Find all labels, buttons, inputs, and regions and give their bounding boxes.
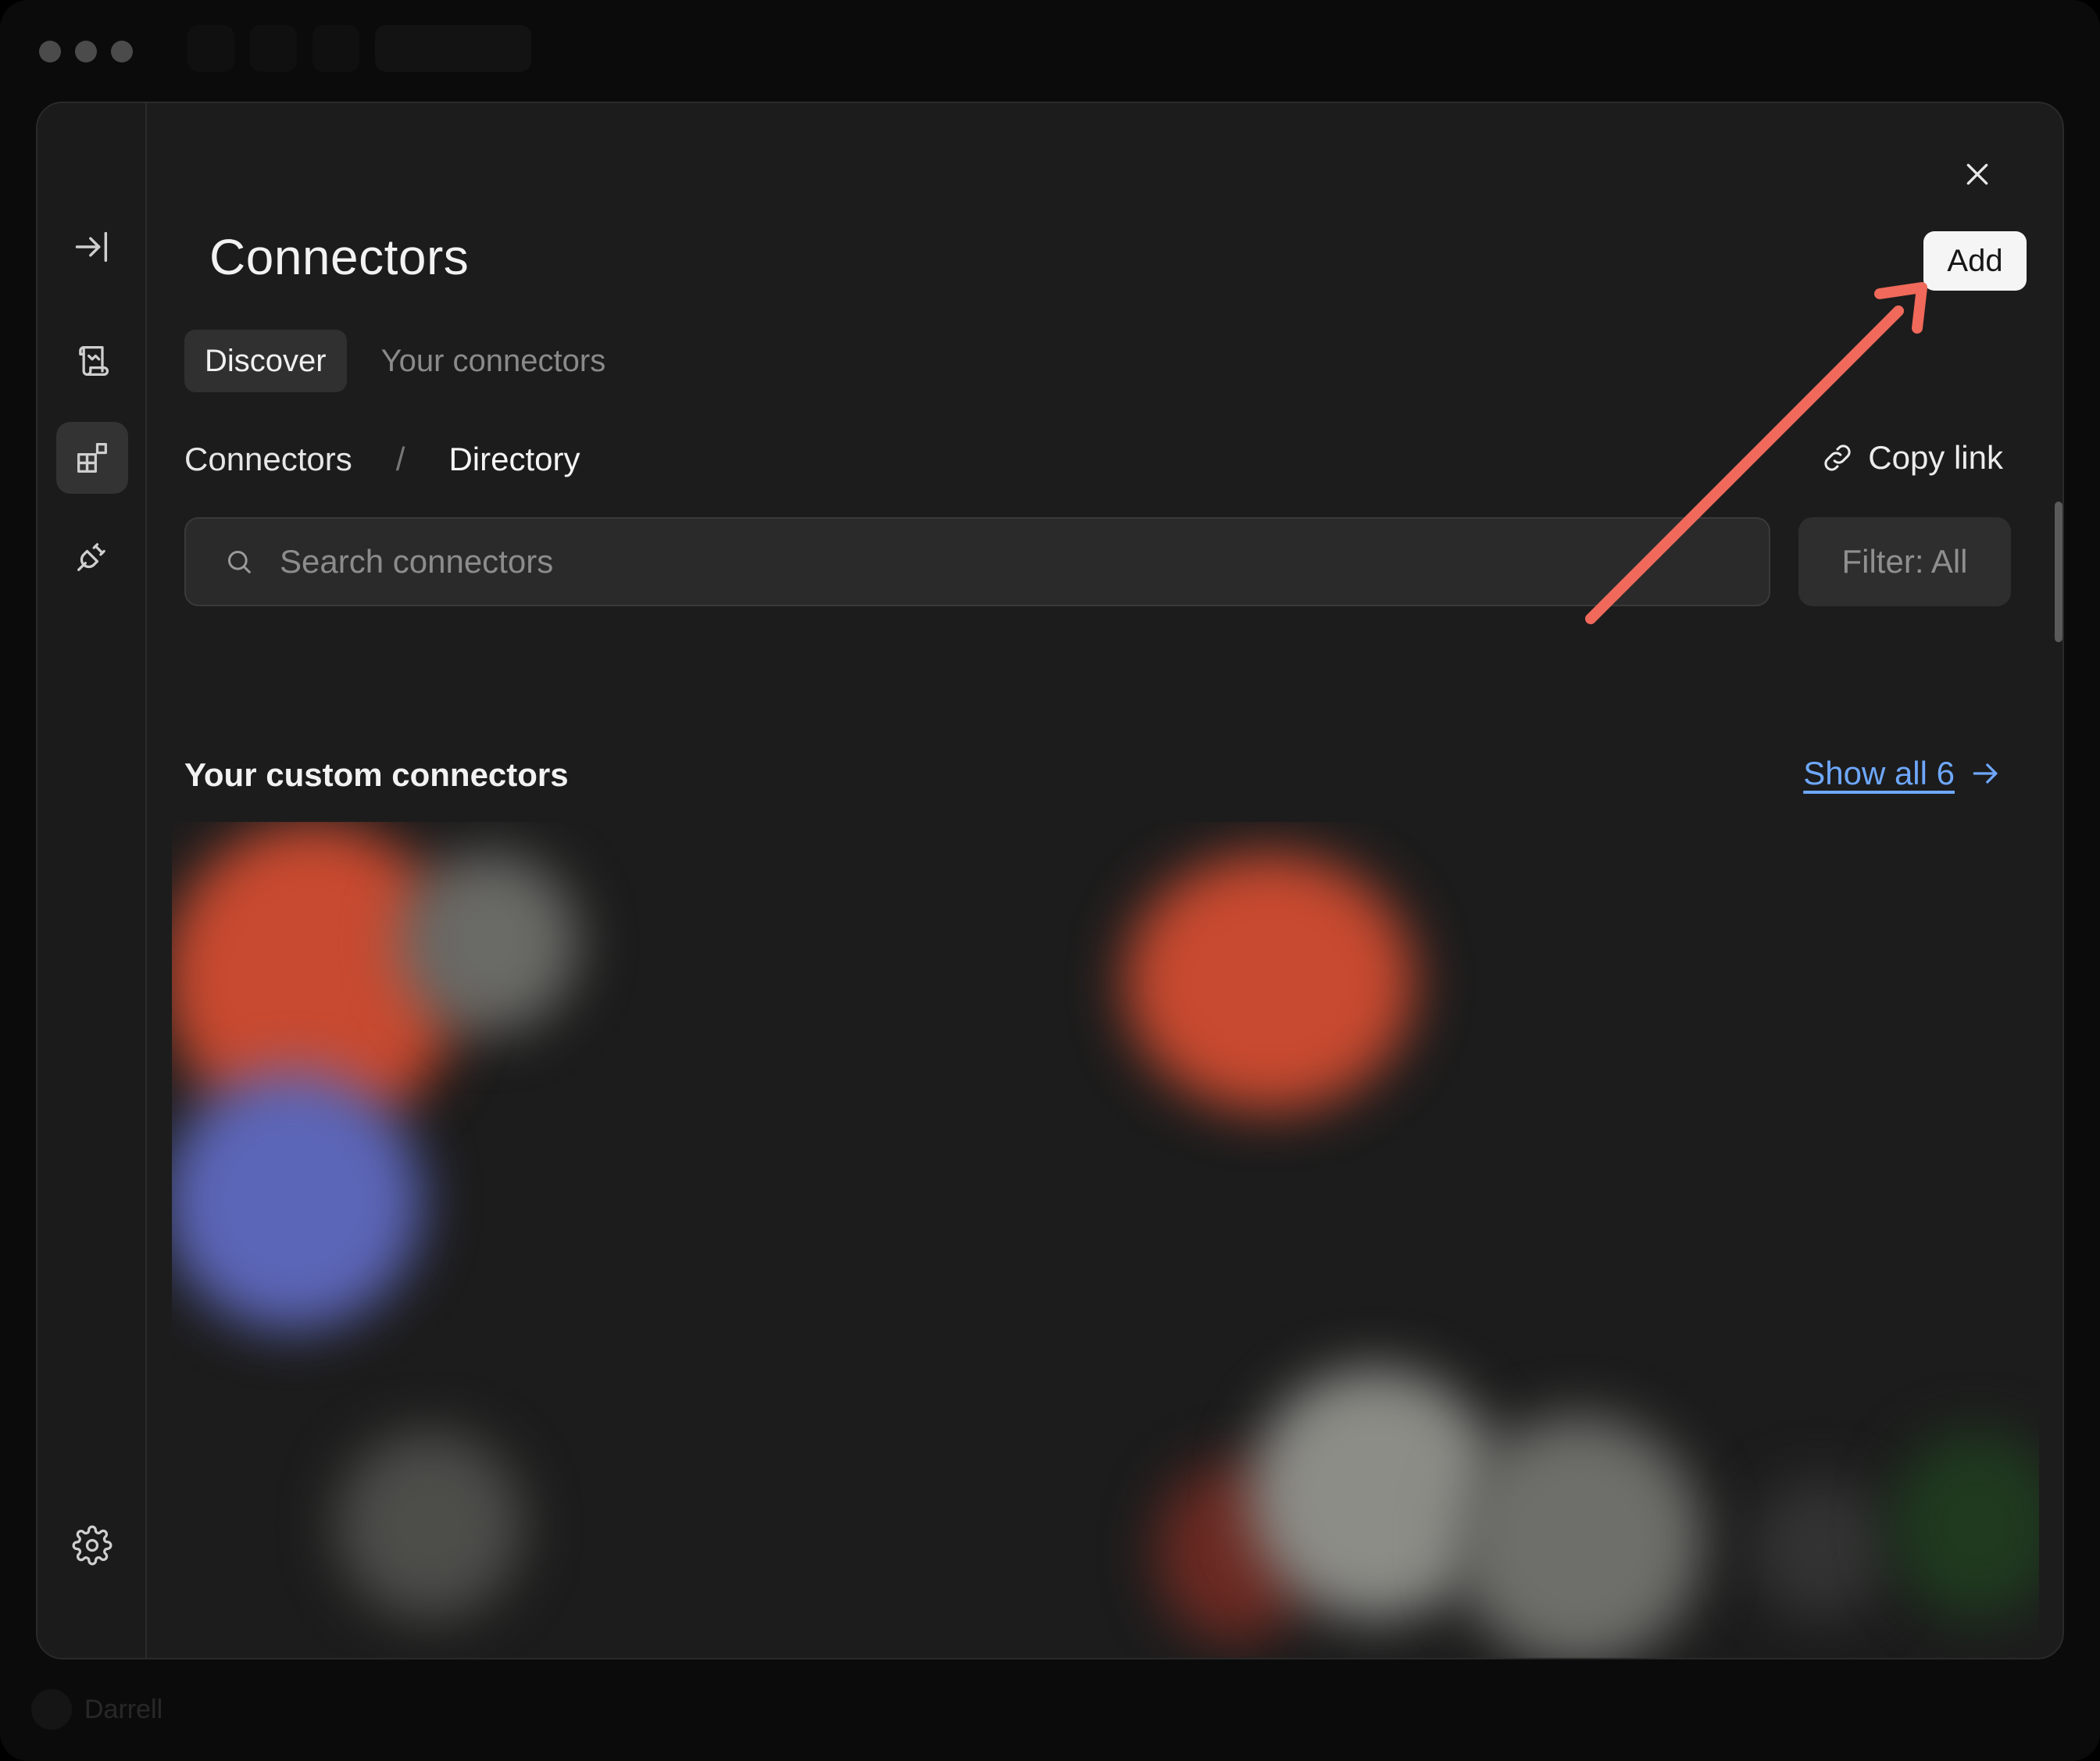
blurred-connector-logo (336, 1431, 523, 1619)
show-all-link[interactable]: Show all 6 (1803, 755, 2003, 792)
sidebar-item-projects[interactable] (56, 325, 128, 397)
close-modal-button[interactable] (1950, 147, 2005, 202)
search-input[interactable] (278, 542, 1688, 581)
close-icon (1966, 163, 1988, 185)
copy-link-button[interactable]: Copy link (1820, 439, 2003, 477)
window-controls[interactable] (39, 41, 133, 63)
forward-button[interactable] (312, 25, 359, 72)
minimize-window-dot[interactable] (75, 41, 97, 63)
search-box (184, 517, 1770, 606)
blurred-connector-logo (1125, 853, 1414, 1111)
blurred-connector-logo (172, 1072, 422, 1330)
breadcrumb: Connectors / Directory (184, 441, 580, 478)
page-title: Connectors (209, 229, 470, 285)
collapse-sidebar-button[interactable] (56, 211, 128, 283)
blurred-connector-logo (1453, 1416, 1703, 1658)
connector-cards-blurred (172, 822, 2039, 1658)
tab-discover[interactable]: Discover (184, 330, 347, 392)
back-button[interactable] (250, 25, 297, 72)
sidebar-item-connectors[interactable] (56, 422, 128, 494)
breadcrumb-connectors[interactable]: Connectors (184, 441, 352, 478)
close-window-dot[interactable] (39, 41, 61, 63)
copy-link-label: Copy link (1868, 439, 2003, 476)
collapse-sidebar-icon (75, 231, 108, 263)
blurred-connector-logo (1891, 1431, 2039, 1619)
search-icon (228, 551, 251, 573)
connectors-grid-icon (77, 443, 107, 473)
tab-your-connectors[interactable]: Your connectors (361, 330, 627, 392)
tab-bar: Discover Your connectors (184, 330, 626, 392)
blurred-connector-logo (398, 853, 578, 1033)
link-icon (1824, 445, 1851, 471)
modal-sidebar (38, 103, 147, 1658)
user-name: Darrell (84, 1694, 163, 1724)
mode-switcher[interactable] (375, 25, 531, 72)
sidebar-item-plugins[interactable] (56, 520, 128, 592)
section-title: Your custom connectors (184, 756, 569, 793)
arrow-right-icon (1973, 763, 1998, 784)
scrollbar-thumb[interactable] (2055, 502, 2062, 642)
plug-icon (77, 543, 105, 571)
blurred-connector-logo (1750, 1478, 1891, 1619)
connectors-modal: Connectors Add Discover Your connectors … (36, 102, 2064, 1659)
filter-dropdown[interactable]: Filter: All (1798, 517, 2011, 606)
breadcrumb-directory: Directory (448, 441, 580, 477)
user-menu[interactable]: Darrell (31, 1689, 162, 1730)
show-all-label: Show all 6 (1803, 755, 1955, 791)
add-connector-button[interactable]: Add (1923, 231, 2027, 291)
zoom-window-dot[interactable] (111, 41, 133, 63)
sidebar-toggle-button[interactable] (188, 25, 234, 72)
gear-icon (72, 1525, 112, 1566)
avatar (31, 1689, 72, 1730)
titlebar-toolbar (188, 25, 531, 72)
scroll-icon (79, 346, 109, 376)
breadcrumb-separator: / (395, 441, 405, 477)
settings-button[interactable] (56, 1509, 128, 1581)
